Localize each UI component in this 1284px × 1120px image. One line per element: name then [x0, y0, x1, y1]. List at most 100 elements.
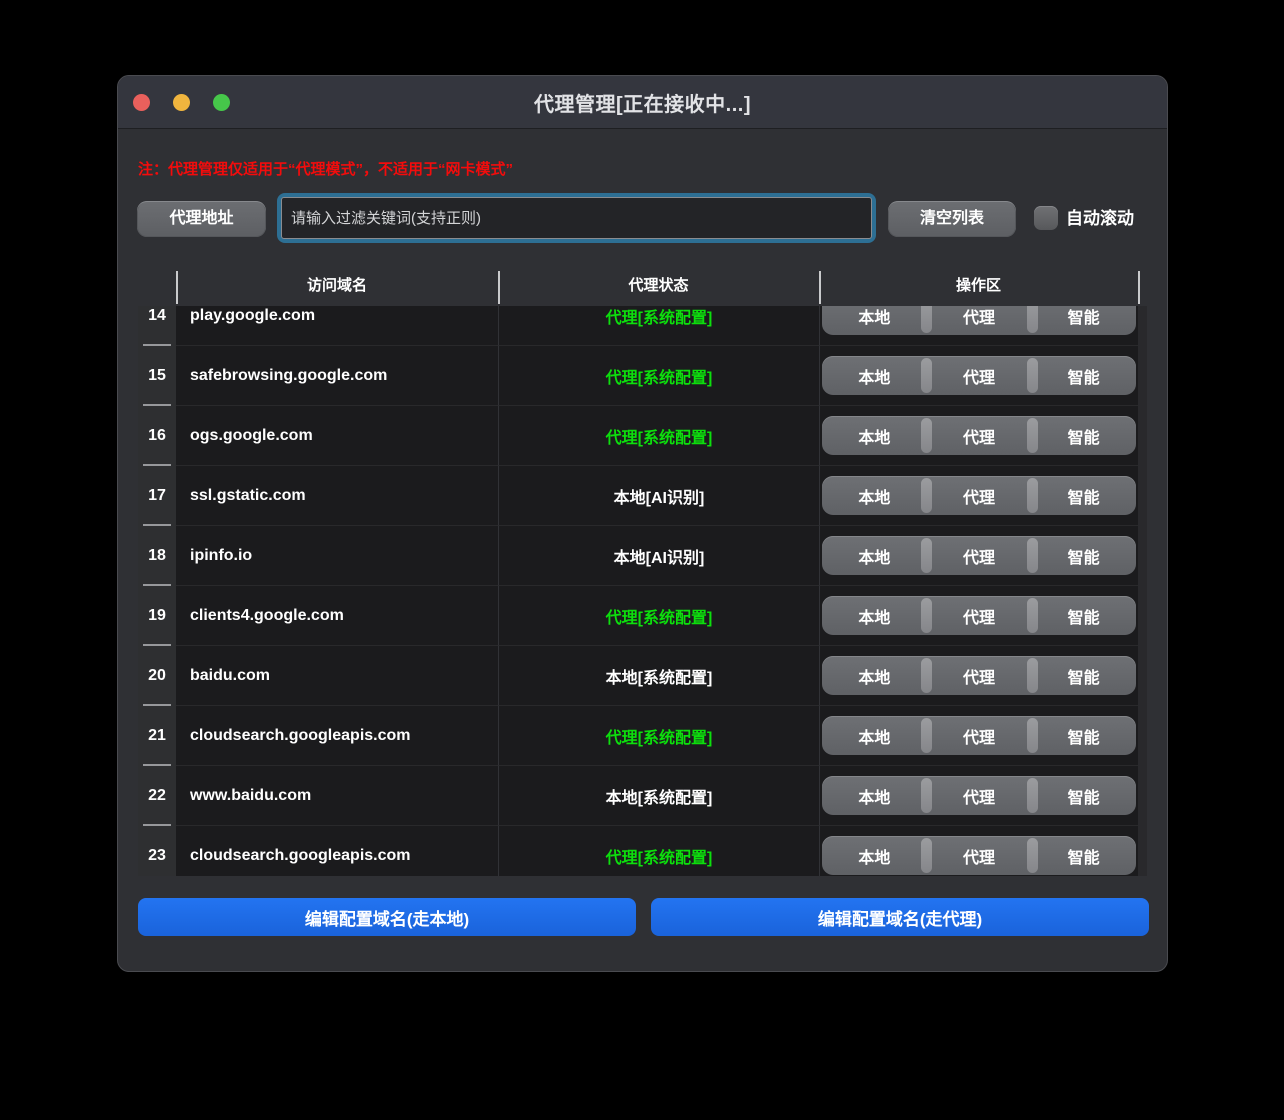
action-smart-button[interactable]: 智能 — [1031, 716, 1136, 755]
table-body-rows: 14play.google.com代理[系统配置]本地代理智能15safebro… — [138, 306, 1138, 876]
row-index: 18 — [138, 526, 176, 586]
header-status: 代理状态 — [498, 268, 819, 306]
action-smart-button[interactable]: 智能 — [1031, 836, 1136, 875]
domain-cell: safebrowsing.google.com — [176, 346, 498, 406]
action-local-button[interactable]: 本地 — [822, 656, 927, 695]
actions-cell: 本地代理智能 — [819, 346, 1138, 406]
segment-divider — [921, 718, 932, 753]
table-right-strip — [1138, 306, 1147, 876]
action-smart-button[interactable]: 智能 — [1031, 306, 1136, 335]
segment-divider — [1027, 538, 1038, 573]
segment-divider — [1027, 478, 1038, 513]
domain-table: 访问域名 代理状态 操作区 14play.google.com代理[系统配置]本… — [138, 268, 1147, 876]
action-proxy-button[interactable]: 代理 — [927, 416, 1032, 455]
segment-divider — [1027, 838, 1038, 873]
segment-divider — [1027, 658, 1038, 693]
segment-divider — [1027, 598, 1038, 633]
table-row: 18ipinfo.io本地[AI识别]本地代理智能 — [138, 526, 1138, 586]
table-header: 访问域名 代理状态 操作区 — [138, 268, 1147, 306]
action-smart-button[interactable]: 智能 — [1031, 596, 1136, 635]
action-local-button[interactable]: 本地 — [822, 306, 927, 335]
action-proxy-button[interactable]: 代理 — [927, 776, 1032, 815]
action-local-button[interactable]: 本地 — [822, 776, 927, 815]
action-proxy-button[interactable]: 代理 — [927, 356, 1032, 395]
row-index: 15 — [138, 346, 176, 406]
row-index: 20 — [138, 646, 176, 706]
actions-cell: 本地代理智能 — [819, 526, 1138, 586]
action-proxy-button[interactable]: 代理 — [927, 596, 1032, 635]
action-local-button[interactable]: 本地 — [822, 476, 927, 515]
segment-divider — [1027, 418, 1038, 453]
segment-divider — [921, 658, 932, 693]
domain-cell: clients4.google.com — [176, 586, 498, 646]
action-segmented-control: 本地代理智能 — [822, 596, 1136, 635]
action-local-button[interactable]: 本地 — [822, 356, 927, 395]
status-cell: 代理[系统配置] — [498, 586, 819, 646]
action-local-button[interactable]: 本地 — [822, 416, 927, 455]
segment-divider — [1027, 718, 1038, 753]
table-row: 15safebrowsing.google.com代理[系统配置]本地代理智能 — [138, 346, 1138, 406]
action-segmented-control: 本地代理智能 — [822, 306, 1136, 335]
segment-divider — [921, 598, 932, 633]
action-smart-button[interactable]: 智能 — [1031, 776, 1136, 815]
auto-scroll-checkbox[interactable] — [1034, 206, 1058, 230]
segment-divider — [921, 358, 932, 393]
row-index: 14 — [138, 306, 176, 346]
status-cell: 本地[系统配置] — [498, 646, 819, 706]
table-row: 16ogs.google.com代理[系统配置]本地代理智能 — [138, 406, 1138, 466]
action-local-button[interactable]: 本地 — [822, 596, 927, 635]
actions-cell: 本地代理智能 — [819, 586, 1138, 646]
status-cell: 代理[系统配置] — [498, 706, 819, 766]
clear-list-button[interactable]: 清空列表 — [888, 201, 1016, 237]
row-index: 21 — [138, 706, 176, 766]
action-smart-button[interactable]: 智能 — [1031, 356, 1136, 395]
action-segmented-control: 本地代理智能 — [822, 416, 1136, 455]
action-local-button[interactable]: 本地 — [822, 836, 927, 875]
action-smart-button[interactable]: 智能 — [1031, 536, 1136, 575]
titlebar: 代理管理[正在接收中...] — [118, 76, 1167, 129]
action-proxy-button[interactable]: 代理 — [927, 836, 1032, 875]
action-smart-button[interactable]: 智能 — [1031, 656, 1136, 695]
segment-divider — [1027, 306, 1038, 333]
proxy-manager-window: 代理管理[正在接收中...] 注：代理管理仅适用于“代理模式”，不适用于“网卡模… — [117, 75, 1168, 972]
action-segmented-control: 本地代理智能 — [822, 536, 1136, 575]
action-proxy-button[interactable]: 代理 — [927, 306, 1032, 335]
action-proxy-button[interactable]: 代理 — [927, 656, 1032, 695]
edit-local-domains-button[interactable]: 编辑配置域名(走本地) — [138, 898, 636, 936]
status-cell: 代理[系统配置] — [498, 826, 819, 876]
actions-cell: 本地代理智能 — [819, 826, 1138, 876]
edit-proxy-domains-button[interactable]: 编辑配置域名(走代理) — [651, 898, 1149, 936]
segment-divider — [921, 538, 932, 573]
filter-keyword-input[interactable] — [281, 197, 872, 239]
status-cell: 本地[AI识别] — [498, 466, 819, 526]
proxy-address-button[interactable]: 代理地址 — [137, 201, 266, 237]
status-cell: 代理[系统配置] — [498, 306, 819, 346]
table-row: 20baidu.com本地[系统配置]本地代理智能 — [138, 646, 1138, 706]
action-local-button[interactable]: 本地 — [822, 716, 927, 755]
domain-cell: cloudsearch.googleapis.com — [176, 826, 498, 876]
header-actions: 操作区 — [819, 268, 1138, 306]
status-cell: 代理[系统配置] — [498, 346, 819, 406]
table-body[interactable]: 14play.google.com代理[系统配置]本地代理智能15safebro… — [138, 306, 1147, 876]
table-row: 22www.baidu.com本地[系统配置]本地代理智能 — [138, 766, 1138, 826]
domain-cell: ogs.google.com — [176, 406, 498, 466]
action-proxy-button[interactable]: 代理 — [927, 716, 1032, 755]
action-smart-button[interactable]: 智能 — [1031, 416, 1136, 455]
minimize-button[interactable] — [173, 94, 190, 111]
action-smart-button[interactable]: 智能 — [1031, 476, 1136, 515]
action-proxy-button[interactable]: 代理 — [927, 536, 1032, 575]
close-button[interactable] — [133, 94, 150, 111]
window-title: 代理管理[正在接收中...] — [534, 88, 751, 117]
segment-divider — [1027, 358, 1038, 393]
table-row: 14play.google.com代理[系统配置]本地代理智能 — [138, 306, 1138, 346]
action-local-button[interactable]: 本地 — [822, 536, 927, 575]
row-index: 19 — [138, 586, 176, 646]
status-cell: 代理[系统配置] — [498, 406, 819, 466]
table-row: 19clients4.google.com代理[系统配置]本地代理智能 — [138, 586, 1138, 646]
segment-divider — [921, 778, 932, 813]
zoom-button[interactable] — [213, 94, 230, 111]
domain-cell: baidu.com — [176, 646, 498, 706]
action-proxy-button[interactable]: 代理 — [927, 476, 1032, 515]
header-separator — [176, 271, 178, 304]
actions-cell: 本地代理智能 — [819, 766, 1138, 826]
